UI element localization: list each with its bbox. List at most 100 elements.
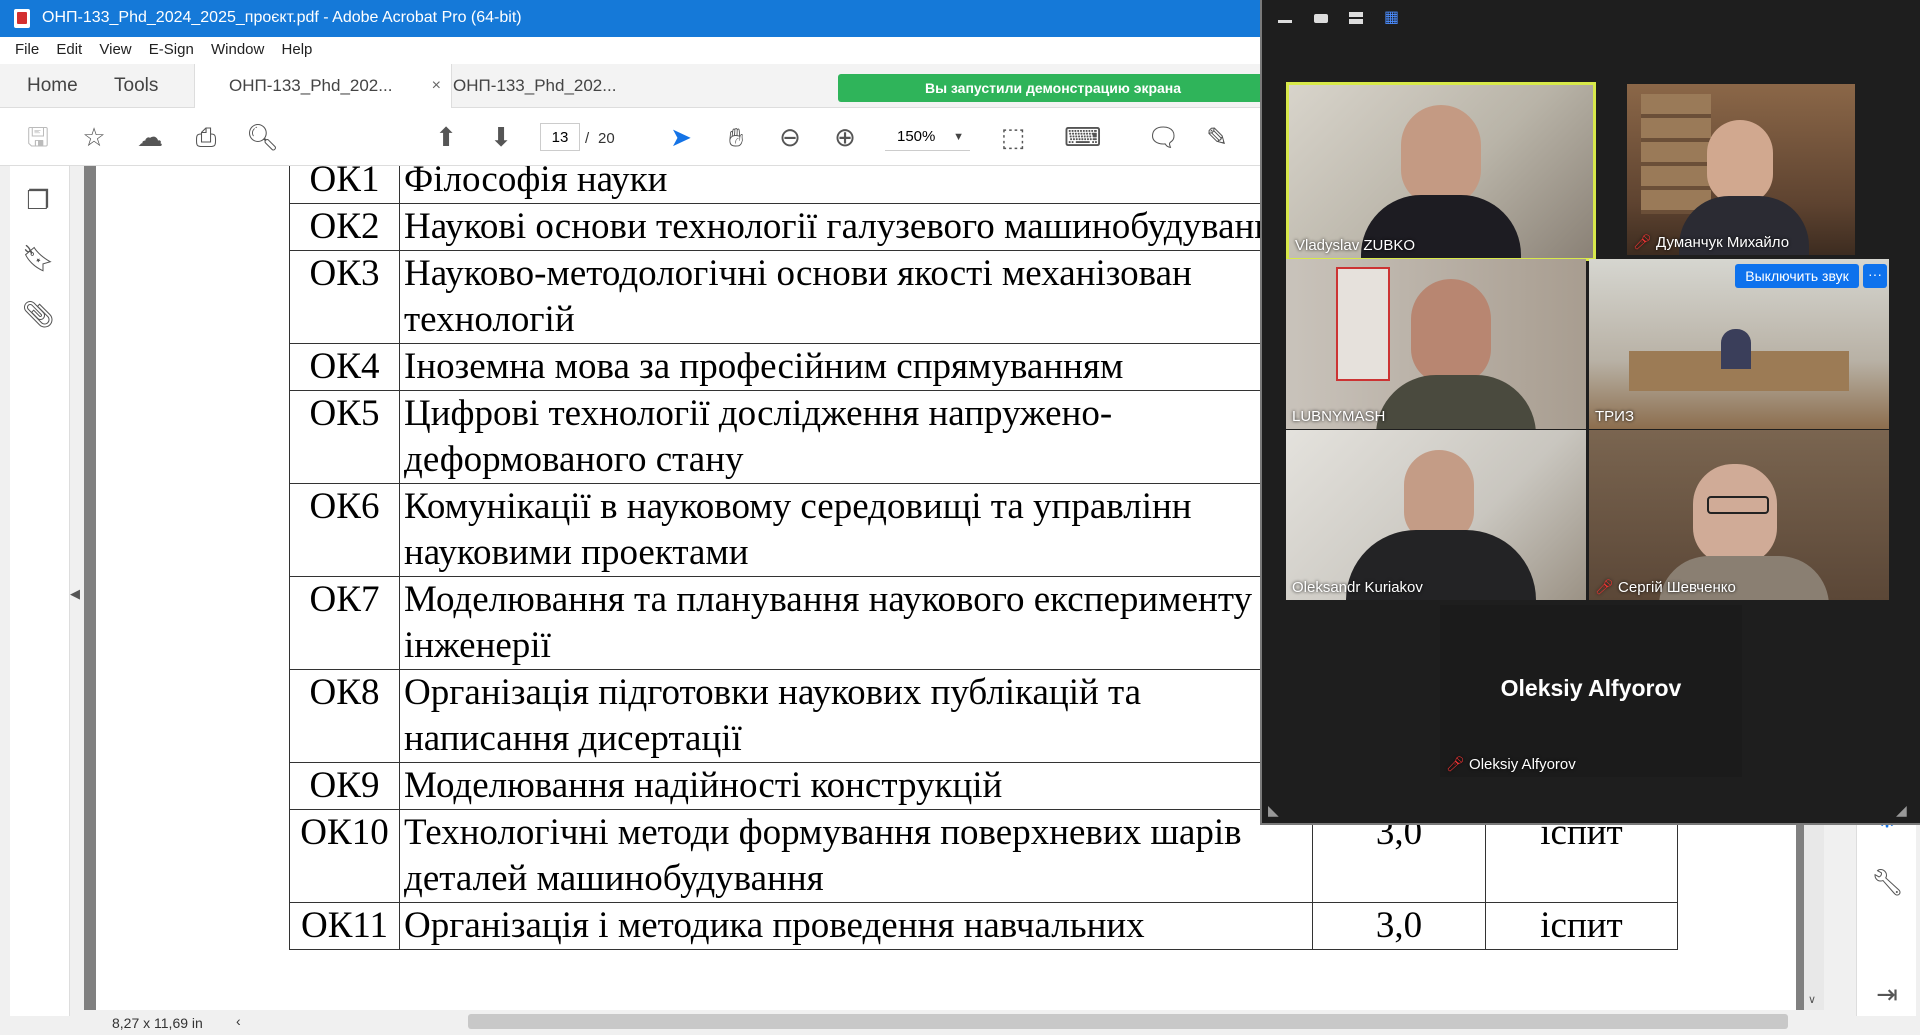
participant-face [1411,279,1491,384]
tab-home[interactable]: Home [27,64,78,108]
mic-muted-icon: 🎤︎ [1633,234,1653,251]
page-thumbnails-icon[interactable]: ❐ [22,184,54,216]
zoom-out-icon[interactable]: ⊖ [774,121,806,153]
menu-help[interactable]: Help [278,37,322,58]
menu-esign[interactable]: E-Sign [145,37,203,58]
course-code: ОК1 [289,166,400,204]
page-total: 20 [598,130,615,147]
menu-bar: File Edit View E-Sign Window Help [0,37,1260,64]
participant-name: Сергій Шевченко [1618,579,1736,596]
participant-label: 🎤︎ Oleksiy Alfyorov [1446,755,1576,773]
participant-face [1707,120,1773,204]
scroll-left-icon[interactable]: ‹ [236,1013,241,1029]
participant-display-name: Oleksiy Alfyorov [1500,675,1682,701]
course-code: ОК10 [289,809,400,903]
video-tile-7[interactable]: Oleksiy Alfyorov 🎤︎ Oleksiy Alfyorov [1440,605,1742,777]
previous-page-icon[interactable]: ⬆ [430,121,462,153]
page-size-label: 8,27 x 11,69 in [112,1015,203,1031]
resize-handle-left-icon[interactable]: ◣ [1268,802,1279,819]
attachments-icon[interactable]: 📎︎ [22,298,55,330]
tab-document-1[interactable]: ОНП-133_Phd_202... × [194,64,452,108]
grid-view-icon[interactable]: ▦ [1384,10,1399,26]
tab-document-2[interactable]: ОНП-133_Phd_202... [453,64,616,108]
upload-cloud-icon[interactable]: ☁ [134,121,166,153]
course-code: ОК3 [289,250,400,344]
course-code: ОК5 [289,390,400,484]
expand-panel-icon[interactable]: ⇥ [1871,978,1903,1010]
save-icon[interactable]: 🖫 [22,121,54,153]
gallery-strip-icon[interactable] [1349,12,1363,24]
participant-name: Vladyslav ZUBKO [1295,237,1416,254]
hand-tool-icon[interactable]: ✋︎ [720,121,752,153]
bookmarks-icon[interactable]: 🔖︎ [22,242,55,274]
highlight-pen-icon[interactable]: ✎ [1201,121,1233,153]
wall-calendar [1336,267,1390,381]
participant-name: Думанчук Михайло [1656,234,1790,251]
course-code: ОК7 [289,576,400,670]
search-zoom-icon[interactable]: 🔍︎ [246,121,279,153]
print-icon[interactable]: ⎙ [190,121,222,153]
course-code: ОК4 [289,343,400,391]
bookmark-star-icon[interactable]: ☆ [78,121,110,153]
select-cursor-icon[interactable]: ➤ [665,121,697,153]
course-name: Технологічні методи формування поверхнев… [399,809,1313,903]
chevron-down-icon: ▼ [953,131,964,143]
video-tile-1[interactable]: Vladyslav ZUBKO [1286,82,1596,261]
zoom-in-icon[interactable]: ⊕ [829,121,861,153]
resize-handle-right-icon[interactable]: ◢ [1896,802,1907,819]
participant-name: Oleksandr Kuriakov [1292,579,1423,596]
course-name: Науково-методологічні основи якості меха… [399,250,1313,344]
participant-label: 🎤︎ Думанчук Михайло [1633,233,1789,251]
table-row: ОК11 Організація і методика проведення на… [289,902,1678,950]
comment-icon[interactable]: 🗨︎ [1147,121,1180,153]
zoom-meeting-window: ▦ Vladyslav ZUBKO 🎤︎ Думанчук Михайло LUB… [1260,0,1920,825]
speaker-view-icon[interactable] [1314,14,1328,23]
scroll-down-icon[interactable]: ∨ [1808,993,1816,1006]
participant-body [1376,375,1536,429]
video-tile-3[interactable]: LUBNYMASH [1286,259,1586,429]
scroll-mode-icon[interactable]: ⌨ [1064,121,1102,153]
horizontal-scrollbar-thumb[interactable] [468,1014,1788,1029]
page-fit-icon[interactable]: ⬚ [997,121,1029,153]
screen-share-banner[interactable]: Вы запустили демонстрацию экрана [838,74,1268,102]
video-tile-6[interactable]: 🎤︎ Сергій Шевченко [1589,430,1889,600]
video-tile-2[interactable]: 🎤︎ Думанчук Михайло [1627,84,1855,255]
participant-face [1404,450,1474,542]
menu-window[interactable]: Window [207,37,273,58]
next-page-icon[interactable]: ⬇ [485,121,517,153]
video-tile-4[interactable]: ТРИЗ Выключить звук ··· [1589,259,1889,429]
course-code: ОК9 [289,762,400,810]
menu-edit[interactable]: Edit [52,37,91,58]
menu-file[interactable]: File [0,37,48,58]
participant-body [1721,329,1751,369]
window-title: ОНП-133_Phd_2024_2025_проєкт.pdf - Adobe… [42,9,522,26]
participant-face [1693,464,1777,564]
course-name: Комунікації в науковому середовищі та уп… [399,483,1313,577]
course-assessment: іспит [1485,902,1678,950]
screen-share-label: Вы запустили демонстрацию экрана [924,80,1182,96]
page-number-input[interactable]: 13 [540,123,580,151]
course-name: Організація підготовки наукових публікац… [399,669,1313,763]
participant-name: LUBNYMASH [1292,408,1386,425]
zoom-level-select[interactable]: 150% ▼ [885,123,970,151]
course-name: Моделювання та планування наукового експ… [399,576,1313,670]
course-name: Іноземна мова за професійним спрямування… [399,343,1313,391]
collapse-panel-icon[interactable]: ◀ [70,586,80,602]
more-options-button[interactable]: ··· [1863,264,1887,288]
minimize-icon[interactable] [1278,20,1292,23]
zoom-view-controls: ▦ [1272,10,1442,26]
title-bar: ОНП-133_Phd_2024_2025_проєкт.pdf - Adobe… [0,0,1260,37]
participant-name: Oleksiy Alfyorov [1469,756,1576,773]
video-tile-5[interactable]: Oleksandr Kuriakov [1286,430,1586,600]
tab-close-icon[interactable]: × [432,64,441,108]
tab-tools[interactable]: Tools [114,64,158,108]
mute-participant-button[interactable]: Выключить звук [1735,264,1859,288]
course-name: Цифрові технології дослідження напружено… [399,390,1313,484]
participant-label: 🎤︎ Сергій Шевченко [1595,578,1736,596]
more-tools-icon[interactable]: 🔧︎ [1871,866,1904,898]
bookshelf [1641,94,1711,214]
course-name: Філософія науки [399,166,1313,204]
pdf-app-icon [14,9,30,28]
menu-view[interactable]: View [95,37,140,58]
mic-muted-icon: 🎤︎ [1595,579,1615,596]
